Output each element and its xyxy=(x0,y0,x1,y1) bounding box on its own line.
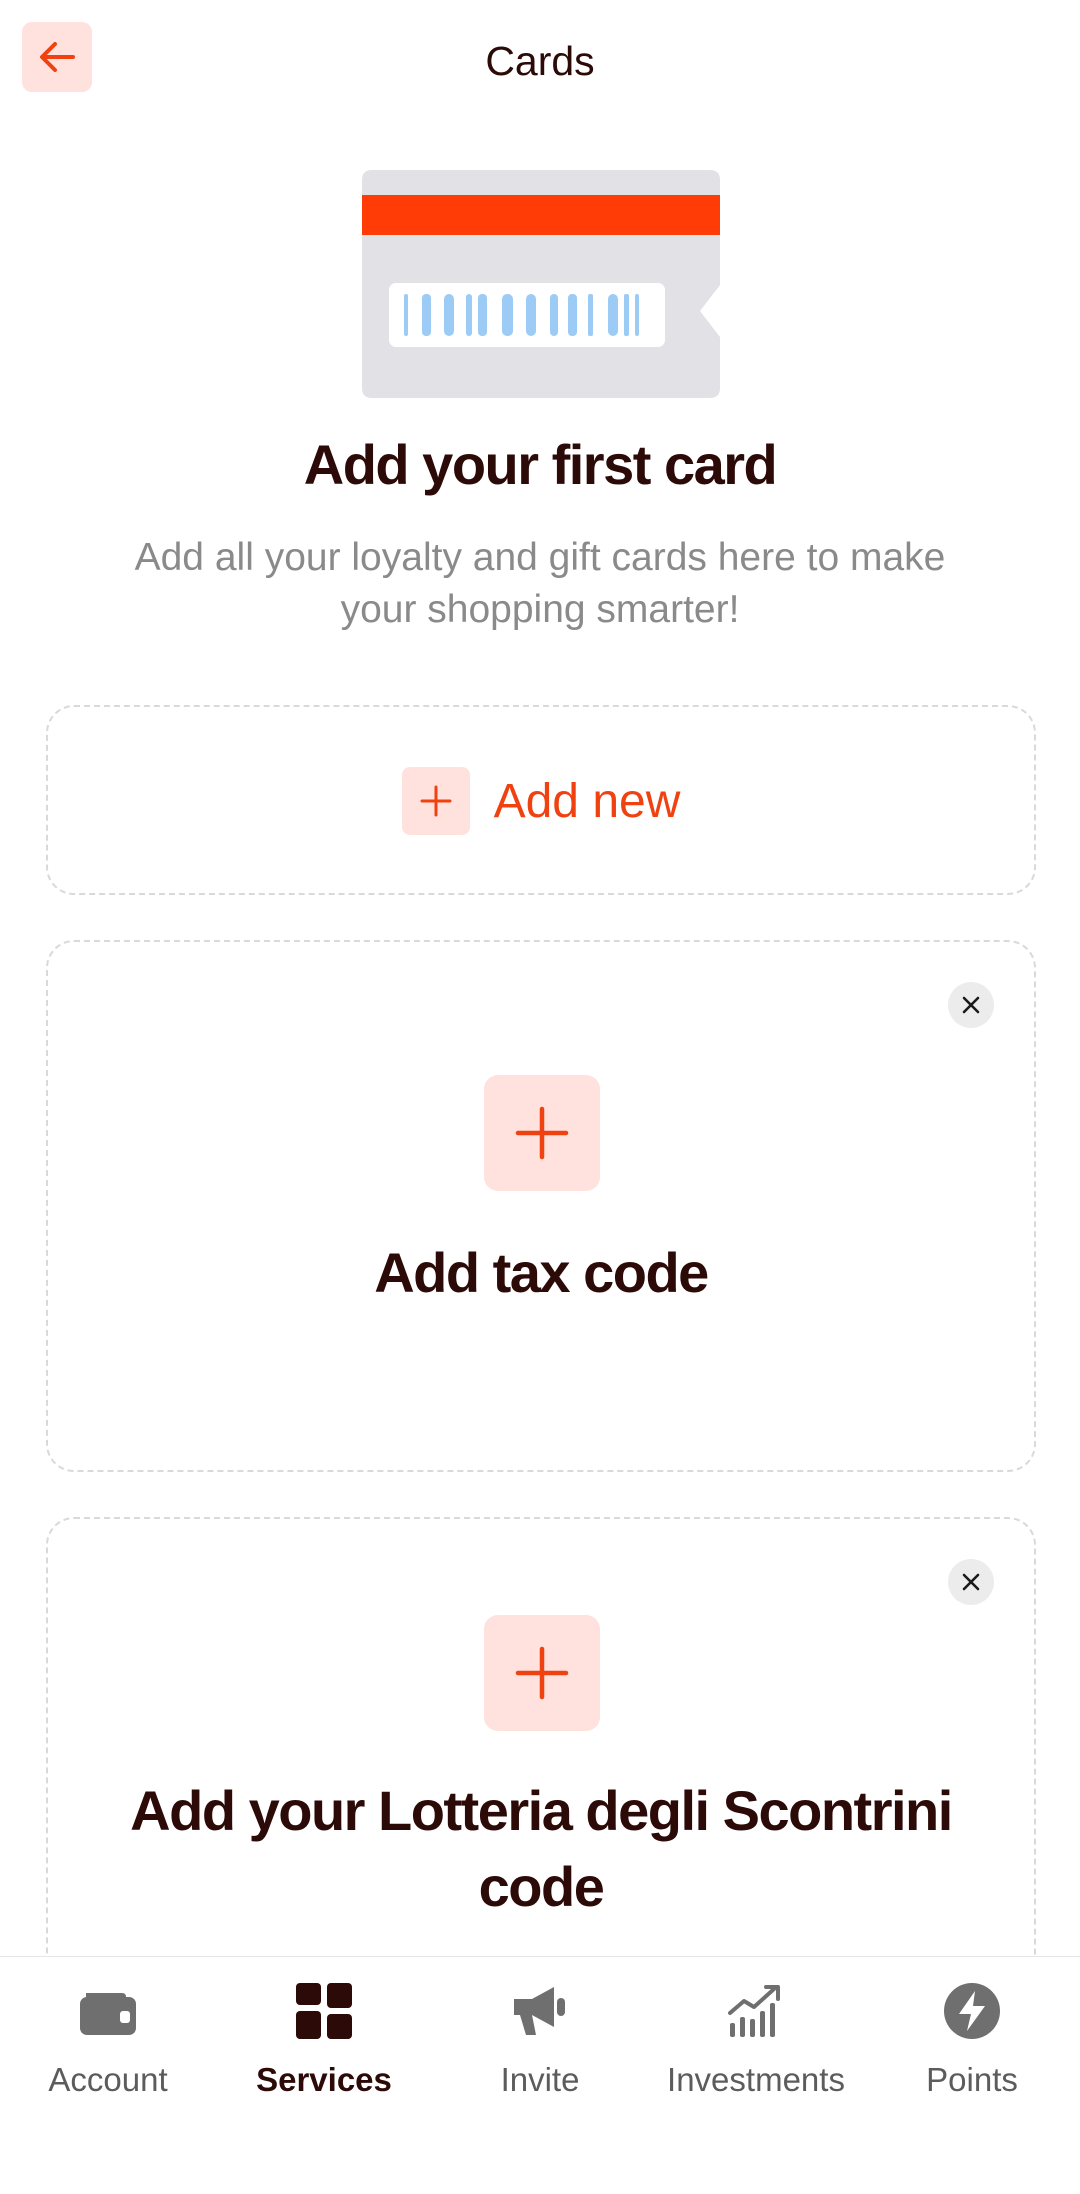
megaphone-icon xyxy=(508,1979,572,2043)
add-new-label: Add new xyxy=(493,774,681,828)
bottom-nav: Account Services Invite Investments Poin… xyxy=(0,1956,1080,2194)
nav-label-invite: Invite xyxy=(500,2061,580,2098)
nav-item-invite[interactable]: Invite xyxy=(432,1979,648,2109)
nav-label-services: Services xyxy=(256,2061,392,2098)
loyalty-card-illustration xyxy=(362,170,720,398)
add-tax-code-card[interactable]: Add tax code xyxy=(46,940,1036,1472)
nav-item-investments[interactable]: Investments xyxy=(648,1979,864,2109)
nav-item-points[interactable]: Points xyxy=(864,1979,1080,2109)
close-icon xyxy=(962,1573,980,1591)
empty-state-title: Add your first card xyxy=(303,433,778,496)
nav-item-services[interactable]: Services xyxy=(216,1979,432,2109)
plus-icon xyxy=(401,767,470,835)
add-new-content: Add new xyxy=(48,767,1034,835)
empty-state-description: Add all your loyalty and gift cards here… xyxy=(134,536,946,631)
nav-label-account: Account xyxy=(48,2061,168,2098)
add-tax-code-title: Add tax code xyxy=(374,1241,709,1304)
page-title: Cards xyxy=(485,38,595,84)
plus-icon xyxy=(484,1615,600,1731)
bolt-icon xyxy=(940,1979,1004,2043)
add-lottery-code-card[interactable]: Add your Lotteria degli Scontrini code xyxy=(46,1517,1036,2017)
plus-icon xyxy=(484,1075,600,1191)
nav-label-investments: Investments xyxy=(667,2061,845,2098)
grid-icon xyxy=(292,1979,356,2043)
wallet-icon xyxy=(76,1979,140,2043)
header: Cards xyxy=(0,0,1080,130)
cards-screen: Cards Add your first card Add all your l… xyxy=(0,0,1080,2194)
nav-item-account[interactable]: Account xyxy=(0,1979,216,2109)
close-tax-card-button[interactable] xyxy=(948,982,994,1028)
close-icon xyxy=(962,996,980,1014)
chart-icon xyxy=(724,1979,788,2043)
nav-label-points: Points xyxy=(926,2061,1018,2098)
close-lottery-card-button[interactable] xyxy=(948,1559,994,1605)
add-lottery-code-title: Add your Lotteria degli Scontrini code xyxy=(130,1779,953,1918)
add-new-card-button[interactable]: Add new xyxy=(46,705,1036,895)
